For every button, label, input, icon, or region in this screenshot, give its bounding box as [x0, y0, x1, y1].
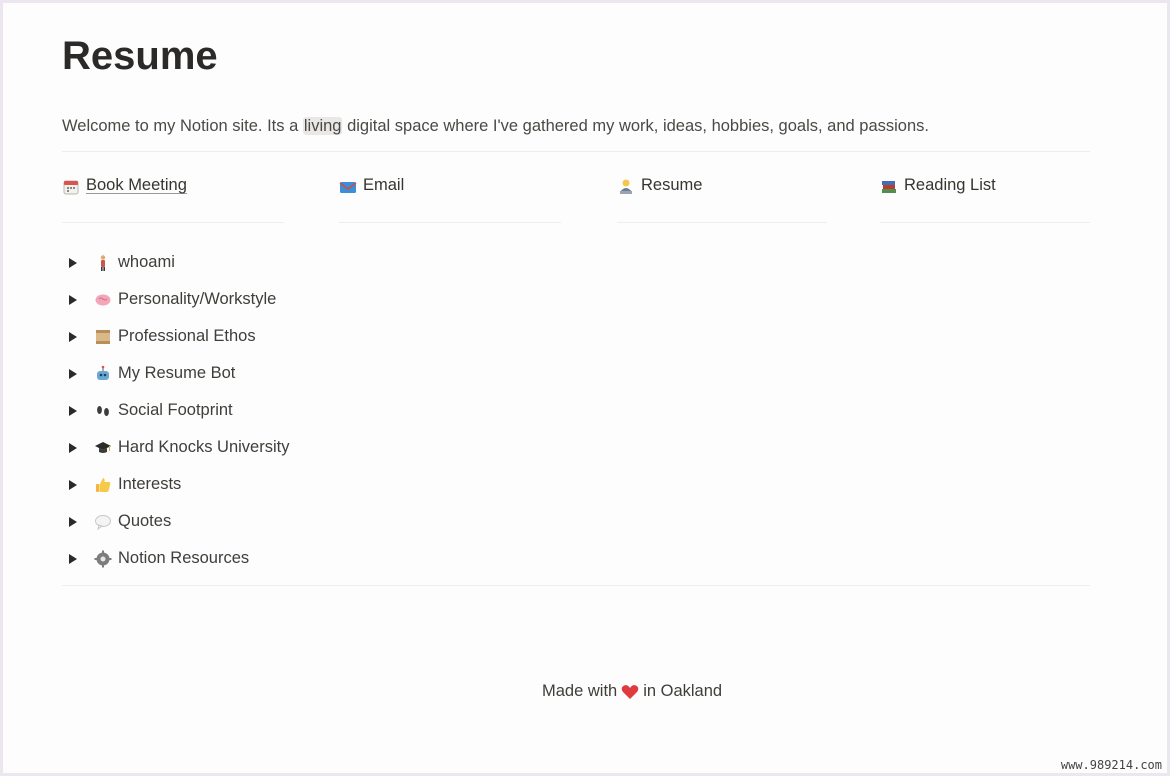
link-label-resume: Resume: [641, 176, 703, 194]
link-divider: [62, 222, 284, 223]
intro-text-start: Welcome to my Notion site. Its a: [62, 117, 303, 135]
intro-paragraph: Welcome to my Notion site. Its a living …: [62, 112, 1022, 140]
speech-bubble-icon: [95, 514, 111, 530]
toggle-arrow-icon[interactable]: [69, 553, 77, 564]
toggle-social-footprint[interactable]: Social Footprint: [62, 392, 1090, 429]
toggle-arrow-icon[interactable]: [69, 294, 77, 305]
calendar-icon: [63, 180, 79, 195]
link-resume[interactable]: Resume: [617, 176, 827, 223]
toggle-arrow-icon[interactable]: [69, 331, 77, 342]
footprints-icon: [97, 405, 109, 416]
toggle-my-resume-bot[interactable]: My Resume Bot: [62, 355, 1090, 392]
thumbs-up-icon: [96, 477, 111, 492]
toggle-arrow-icon[interactable]: [69, 479, 77, 490]
link-label-book-meeting: Book Meeting: [86, 176, 187, 194]
toggle-label: Hard Knocks University: [118, 438, 290, 456]
toggle-arrow-icon[interactable]: [69, 368, 77, 379]
toggle-label: Personality/Workstyle: [118, 290, 277, 308]
person-at-laptop-icon: [620, 179, 632, 194]
toggle-list: whoami Personality/Workstyle Professiona…: [62, 244, 1090, 577]
intro-text-end: digital space where I've gathered my wor…: [342, 117, 929, 135]
link-label-email: Email: [363, 176, 405, 194]
toggle-quotes[interactable]: Quotes: [62, 503, 1090, 540]
toggle-arrow-icon[interactable]: [69, 516, 77, 527]
toggle-label: My Resume Bot: [118, 364, 236, 382]
envelope-icon: [339, 182, 357, 193]
watermark: www.989214.com: [1060, 758, 1162, 772]
divider: [62, 585, 1090, 586]
toggle-arrow-icon[interactable]: [69, 405, 77, 416]
toggle-notion-resources[interactable]: Notion Resources: [62, 540, 1090, 577]
toggle-arrow-icon[interactable]: [69, 442, 77, 453]
link-reading-list[interactable]: Reading List: [880, 176, 1090, 223]
gear-icon: [94, 550, 112, 567]
books-icon: [882, 181, 896, 193]
brain-icon: [95, 294, 111, 305]
footer: Made with in Oakland: [542, 682, 722, 701]
page-title: Resume: [62, 34, 218, 78]
toggle-interests[interactable]: Interests: [62, 466, 1090, 503]
notion-page: Resume Welcome to my Notion site. Its a …: [62, 28, 1090, 586]
quick-links-row: Book Meeting Email Resume Reading List: [62, 152, 1090, 224]
toggle-hard-knocks-university[interactable]: Hard Knocks University: [62, 429, 1090, 466]
footer-text-end: in Oakland: [643, 682, 723, 700]
link-book-meeting[interactable]: Book Meeting: [62, 176, 284, 223]
toggle-arrow-icon[interactable]: [69, 257, 77, 268]
toggle-label: Notion Resources: [118, 549, 250, 567]
person-standing-icon: [100, 254, 106, 271]
toggle-whoami[interactable]: whoami: [62, 244, 1090, 281]
footer-text-start: Made with: [542, 682, 618, 700]
toggle-professional-ethos[interactable]: Professional Ethos: [62, 318, 1090, 355]
robot-icon: [97, 365, 109, 380]
link-email[interactable]: Email: [339, 176, 561, 223]
intro-highlight: living: [302, 117, 343, 135]
link-divider: [339, 222, 561, 223]
link-divider: [617, 222, 827, 223]
toggle-label: Quotes: [118, 512, 172, 530]
toggle-personality-workstyle[interactable]: Personality/Workstyle: [62, 281, 1090, 318]
graduation-cap-icon: [95, 441, 111, 453]
toggle-label: Interests: [118, 475, 182, 493]
toggle-label: Social Footprint: [118, 401, 233, 419]
link-divider: [880, 222, 1090, 223]
scroll-icon: [96, 329, 110, 344]
toggle-label: whoami: [118, 253, 175, 271]
link-label-reading-list: Reading List: [904, 176, 996, 194]
heart-icon: [621, 684, 639, 699]
toggle-label: Professional Ethos: [118, 327, 256, 345]
